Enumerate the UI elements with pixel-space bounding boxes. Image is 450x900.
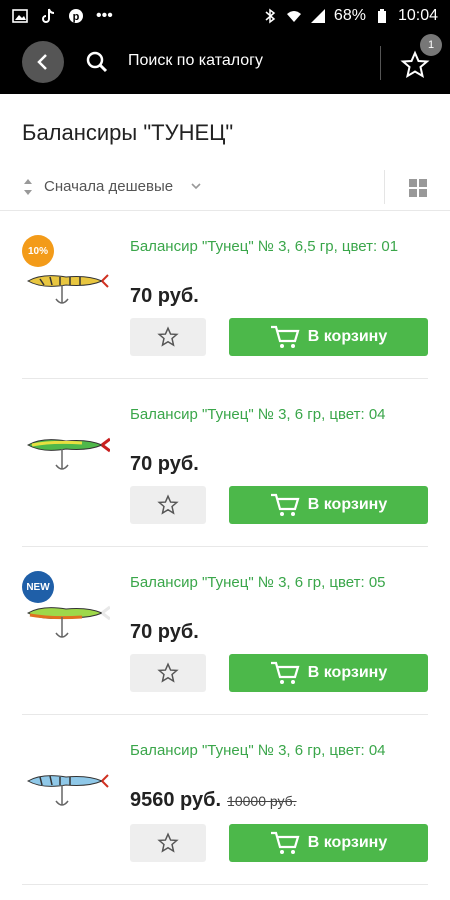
current-price: 9560 руб.	[130, 789, 222, 811]
product-price: 9560 руб. 10000 руб.	[130, 789, 297, 812]
wifi-icon	[286, 11, 301, 22]
discount-badge: 10%	[22, 235, 54, 267]
search-input[interactable]: Поиск по каталогу	[128, 52, 263, 70]
image-icon	[12, 9, 28, 23]
star-icon	[157, 832, 179, 853]
product-card[interactable]: 10% Балансир "Тунец" № 3, 6,5 гр, цвет: …	[0, 211, 450, 379]
favorites-count-badge: 1	[420, 34, 442, 56]
status-notifications: p •••	[12, 7, 113, 25]
app-header: Поиск по каталогу 1	[0, 32, 450, 94]
more-notifications-icon: •••	[96, 7, 113, 24]
cart-icon	[270, 661, 300, 684]
cart-icon	[270, 325, 300, 348]
product-divider	[22, 884, 428, 885]
product-price: 70 руб.	[130, 621, 199, 644]
status-bar: p ••• 68% 10:04	[0, 0, 450, 32]
page-title: Балансиры "ТУНЕЦ"	[22, 120, 234, 145]
cart-icon	[270, 493, 300, 516]
status-system: 68% 10:04	[262, 7, 438, 25]
chevron-down-icon[interactable]	[190, 180, 202, 192]
sort-icon	[24, 179, 32, 195]
new-badge: NEW	[22, 571, 54, 603]
add-to-cart-button[interactable]: В корзину	[229, 824, 428, 862]
sort-divider	[384, 170, 385, 204]
product-image	[26, 437, 110, 470]
pinterest-icon: p	[69, 9, 83, 23]
cart-button-label: В корзину	[307, 496, 388, 513]
current-price: 70 руб.	[130, 621, 199, 643]
product-name-link[interactable]: Балансир "Тунец" № 3, 6 гр, цвет: 04	[130, 739, 420, 762]
bluetooth-icon	[265, 8, 276, 24]
battery-icon	[377, 9, 386, 23]
sort-bar: Сначала дешевые	[0, 170, 450, 204]
cart-button-label: В корзину	[307, 328, 388, 345]
add-to-cart-button[interactable]: В корзину	[229, 318, 428, 356]
clock: 10:04	[397, 7, 438, 24]
cart-button-label: В корзину	[307, 834, 388, 851]
cart-button-label: В корзину	[307, 664, 388, 681]
chevron-left-icon	[37, 54, 47, 70]
grid-view-icon[interactable]	[408, 178, 428, 198]
current-price: 70 руб.	[130, 285, 199, 307]
tiktok-icon	[42, 8, 55, 23]
product-name-link[interactable]: Балансир "Тунец" № 3, 6,5 гр, цвет: 01	[130, 235, 420, 258]
add-to-cart-button[interactable]: В корзину	[229, 486, 428, 524]
add-to-favorites-button[interactable]	[130, 486, 206, 524]
star-icon	[157, 662, 179, 683]
add-to-favorites-button[interactable]	[130, 824, 206, 862]
svg-text:p: p	[73, 11, 80, 23]
cart-icon	[270, 831, 300, 854]
star-icon	[157, 494, 179, 515]
add-to-favorites-button[interactable]	[130, 318, 206, 356]
product-image	[26, 774, 109, 806]
old-price: 10000 руб.	[227, 793, 297, 809]
product-price: 70 руб.	[130, 453, 199, 476]
add-to-favorites-button[interactable]	[130, 654, 206, 692]
product-name-link[interactable]: Балансир "Тунец" № 3, 6 гр, цвет: 05	[130, 571, 420, 594]
product-price: 70 руб.	[130, 285, 199, 308]
product-card[interactable]: Балансир "Тунец" № 3, 6 гр, цвет: 04 956…	[0, 715, 450, 885]
sort-dropdown[interactable]: Сначала дешевые	[44, 178, 173, 195]
back-button[interactable]	[22, 41, 64, 83]
header-divider	[380, 46, 381, 80]
current-price: 70 руб.	[130, 453, 199, 475]
signal-icon	[310, 9, 325, 23]
battery-percent: 68%	[333, 7, 366, 24]
product-card[interactable]: NEW Балансир "Тунец" № 3, 6 гр, цвет: 05…	[0, 547, 450, 715]
star-icon	[157, 326, 179, 347]
search-icon[interactable]	[86, 51, 108, 73]
add-to-cart-button[interactable]: В корзину	[229, 654, 428, 692]
product-name-link[interactable]: Балансир "Тунец" № 3, 6 гр, цвет: 04	[130, 403, 420, 426]
product-card[interactable]: Балансир "Тунец" № 3, 6 гр, цвет: 04 70 …	[0, 379, 450, 547]
